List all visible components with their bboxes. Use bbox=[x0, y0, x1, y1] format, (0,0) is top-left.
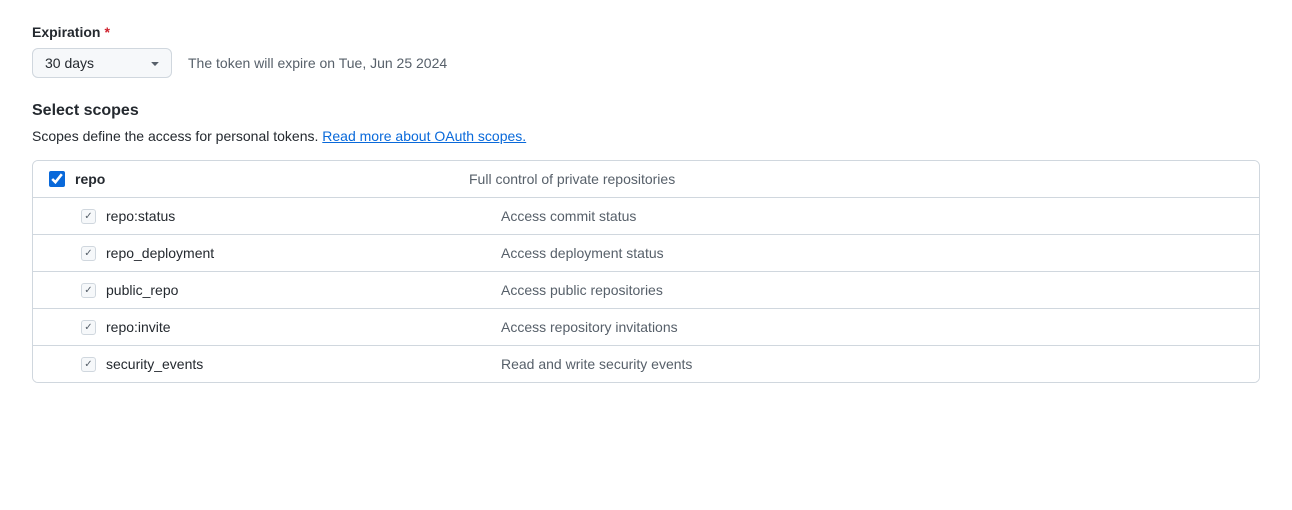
scope-desc-repo-deployment: Access deployment status bbox=[501, 245, 1243, 261]
checkbox-repo-status[interactable] bbox=[81, 209, 96, 224]
expiration-select[interactable]: 7 days 30 days 60 days 90 days Custom... bbox=[32, 48, 172, 78]
checkbox-repo-deployment[interactable] bbox=[81, 246, 96, 261]
scopes-title: Select scopes bbox=[32, 102, 1260, 120]
scope-desc-security-events: Read and write security events bbox=[501, 356, 1243, 372]
read-more-link[interactable]: Read more about OAuth scopes. bbox=[322, 128, 526, 144]
checkbox-repo-invite[interactable] bbox=[81, 320, 96, 335]
checkbox-security-events[interactable] bbox=[81, 357, 96, 372]
scope-row-repo-invite: repo:invite Access repository invitation… bbox=[33, 309, 1259, 346]
scope-row-security-events: security_events Read and write security … bbox=[33, 346, 1259, 382]
checkbox-repo[interactable] bbox=[49, 171, 65, 187]
expiry-text: The token will expire on Tue, Jun 25 202… bbox=[188, 55, 447, 71]
scope-name-repo-deployment: repo_deployment bbox=[106, 245, 214, 261]
scope-name-public-repo: public_repo bbox=[106, 282, 178, 298]
scope-desc-public-repo: Access public repositories bbox=[501, 282, 1243, 298]
scope-name-repo-invite: repo:invite bbox=[106, 319, 171, 335]
expiration-section: Expiration * 7 days 30 days 60 days 90 d… bbox=[32, 24, 1260, 78]
scope-name-security-events: security_events bbox=[106, 356, 203, 372]
scopes-table: repo Full control of private repositorie… bbox=[32, 160, 1260, 383]
scope-name-repo-status: repo:status bbox=[106, 208, 175, 224]
scope-row-public-repo: public_repo Access public repositories bbox=[33, 272, 1259, 309]
scope-row-repo: repo Full control of private repositorie… bbox=[33, 161, 1259, 198]
scope-desc-repo-status: Access commit status bbox=[501, 208, 1243, 224]
scope-row-repo-deployment: repo_deployment Access deployment status bbox=[33, 235, 1259, 272]
scope-name-repo: repo bbox=[75, 171, 105, 187]
scope-desc-repo-invite: Access repository invitations bbox=[501, 319, 1243, 335]
scopes-description: Scopes define the access for personal to… bbox=[32, 128, 1260, 144]
scopes-section: Select scopes Scopes define the access f… bbox=[32, 102, 1260, 383]
checkbox-public-repo[interactable] bbox=[81, 283, 96, 298]
scope-row-repo-status: repo:status Access commit status bbox=[33, 198, 1259, 235]
scope-desc-repo: Full control of private repositories bbox=[469, 171, 1243, 187]
expiration-label: Expiration * bbox=[32, 24, 1260, 40]
required-star: * bbox=[104, 24, 109, 40]
